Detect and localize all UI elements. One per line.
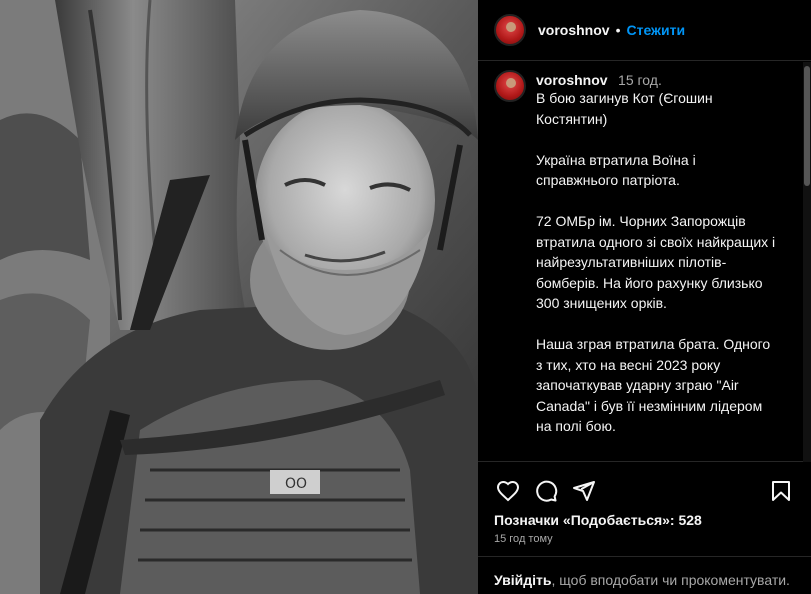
photo-illustration: OO	[0, 0, 478, 594]
bookmark-icon	[772, 481, 790, 501]
comment-button[interactable]	[532, 477, 560, 505]
save-button[interactable]	[767, 477, 795, 505]
post-photo[interactable]: OO	[0, 0, 478, 594]
username-link[interactable]: voroshnov	[538, 22, 610, 38]
login-prompt-text: , щоб вподобати чи прокоментувати.	[551, 572, 790, 588]
heart-icon	[496, 480, 520, 502]
post-header: voroshnov • Стежити	[478, 0, 811, 61]
post-timestamp[interactable]: 15 год тому	[494, 533, 553, 545]
post-side-panel: voroshnov • Стежити voroshnov 15 год. В …	[478, 0, 811, 594]
caption-time: 15 год.	[618, 72, 662, 88]
login-prompt: Увійдіть, щоб вподобати чи прокоментуват…	[494, 572, 790, 588]
scroll-thumb[interactable]	[804, 66, 810, 186]
divider	[478, 556, 811, 557]
share-icon	[573, 481, 595, 501]
caption-username[interactable]: voroshnov	[536, 72, 608, 88]
caption-text: В бою загинув Кот (Єгошин Костянтин) Укр…	[536, 90, 776, 461]
comment-icon	[536, 480, 558, 502]
avatar[interactable]	[494, 14, 526, 46]
caption-scrollbar[interactable]	[803, 62, 811, 462]
svg-text:OO: OO	[285, 476, 307, 492]
share-button[interactable]	[570, 477, 598, 505]
separator-dot: •	[615, 22, 621, 38]
like-button[interactable]	[494, 477, 522, 505]
caption-avatar[interactable]	[494, 70, 526, 102]
action-bar	[494, 477, 795, 505]
caption-area[interactable]: voroshnov 15 год. В бою загинув Кот (Єго…	[478, 62, 811, 462]
likes-count[interactable]: Позначки «Подобається»: 528	[494, 512, 702, 528]
login-link[interactable]: Увійдіть	[494, 572, 552, 588]
follow-button[interactable]: Стежити	[626, 22, 685, 38]
